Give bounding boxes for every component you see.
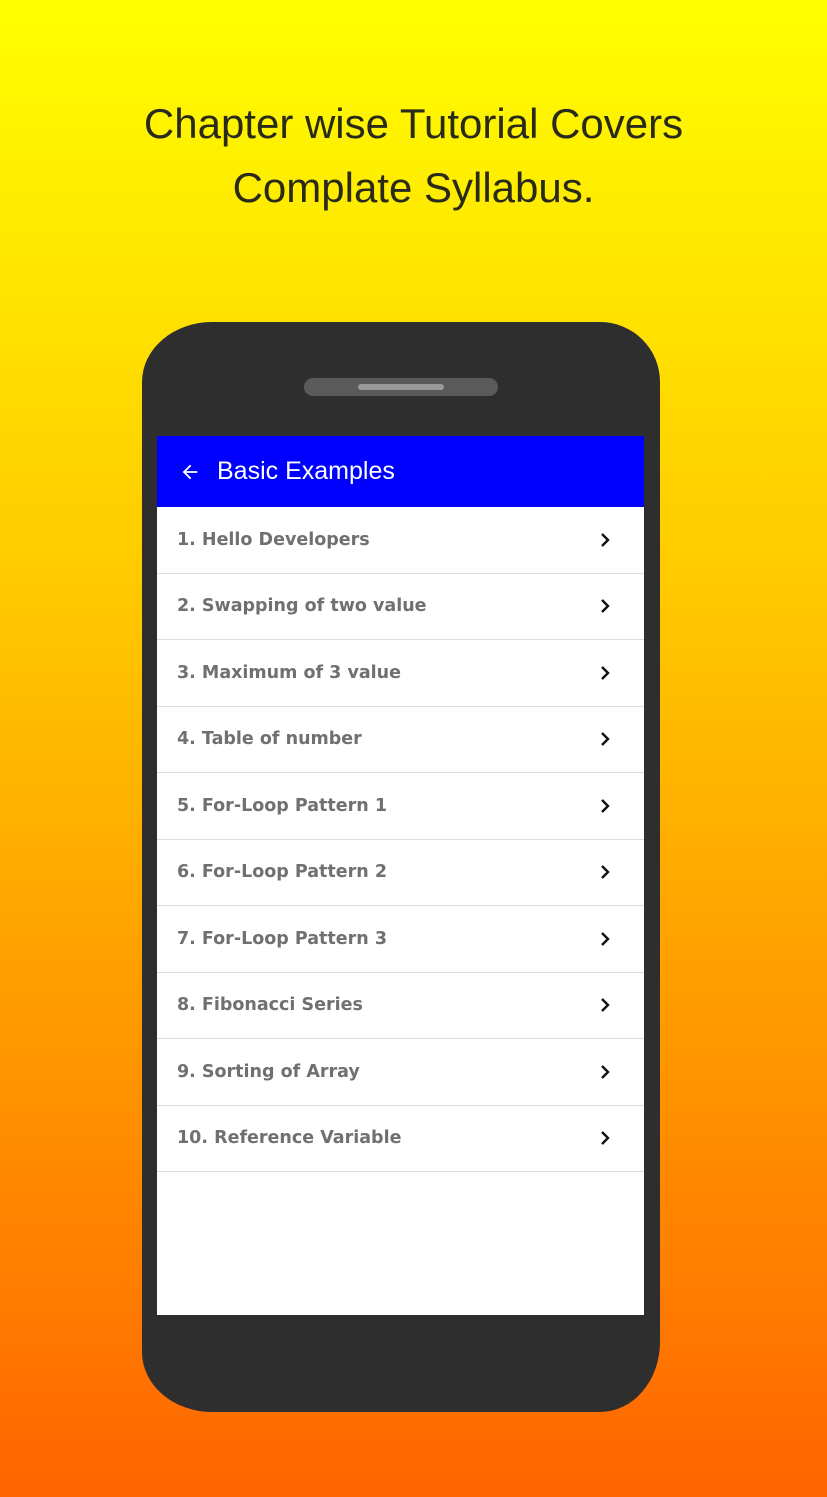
example-list: 1. Hello Developers 2. Swapping of two v…	[157, 507, 644, 1172]
list-item-label: 7. For-Loop Pattern 3	[177, 928, 388, 949]
list-item[interactable]: 9. Sorting of Array	[157, 1039, 644, 1106]
chevron-right-icon	[598, 931, 614, 947]
list-item[interactable]: 7. For-Loop Pattern 3	[157, 906, 644, 973]
list-item-label: 9. Sorting of Array	[177, 1061, 360, 1082]
chevron-right-icon	[598, 731, 614, 747]
list-item[interactable]: 6. For-Loop Pattern 2	[157, 840, 644, 906]
list-item[interactable]: 4. Table of number	[157, 707, 644, 773]
chevron-right-icon	[598, 798, 614, 814]
chevron-right-icon	[598, 665, 614, 681]
chevron-right-icon	[598, 1064, 614, 1080]
list-item-label: 1. Hello Developers	[177, 529, 370, 550]
chevron-right-icon	[598, 864, 614, 880]
phone-speaker-grille	[358, 384, 444, 390]
phone-speaker	[304, 378, 498, 396]
chevron-right-icon	[598, 997, 614, 1013]
list-item-label: 3. Maximum of 3 value	[177, 662, 401, 683]
list-item[interactable]: 3. Maximum of 3 value	[157, 640, 644, 707]
chevron-right-icon	[598, 1130, 614, 1146]
headline-line-2: Complate Syllabus.	[232, 164, 595, 211]
list-item-label: 10. Reference Variable	[177, 1128, 402, 1149]
page-title: Basic Examples	[217, 457, 395, 485]
list-item[interactable]: 8. Fibonacci Series	[157, 973, 644, 1039]
list-item-label: 4. Table of number	[177, 729, 362, 750]
list-item[interactable]: 2. Swapping of two value	[157, 574, 644, 640]
phone-screen: Basic Examples 1. Hello Developers 2. Sw…	[157, 436, 644, 1315]
list-item-label: 5. For-Loop Pattern 1	[177, 795, 388, 816]
app-bar: Basic Examples	[157, 436, 644, 507]
promo-headline: Chapter wise Tutorial Covers Complate Sy…	[0, 92, 827, 220]
list-item-label: 6. For-Loop Pattern 2	[177, 862, 388, 883]
list-item[interactable]: 1. Hello Developers	[157, 507, 644, 574]
list-item[interactable]: 10. Reference Variable	[157, 1106, 644, 1172]
headline-line-1: Chapter wise Tutorial Covers	[143, 100, 684, 147]
list-item[interactable]: 5. For-Loop Pattern 1	[157, 773, 644, 840]
list-item-label: 2. Swapping of two value	[177, 596, 427, 617]
chevron-right-icon	[598, 532, 614, 548]
list-item-label: 8. Fibonacci Series	[177, 995, 363, 1016]
arrow-left-icon[interactable]	[179, 460, 203, 484]
chevron-right-icon	[598, 598, 614, 614]
